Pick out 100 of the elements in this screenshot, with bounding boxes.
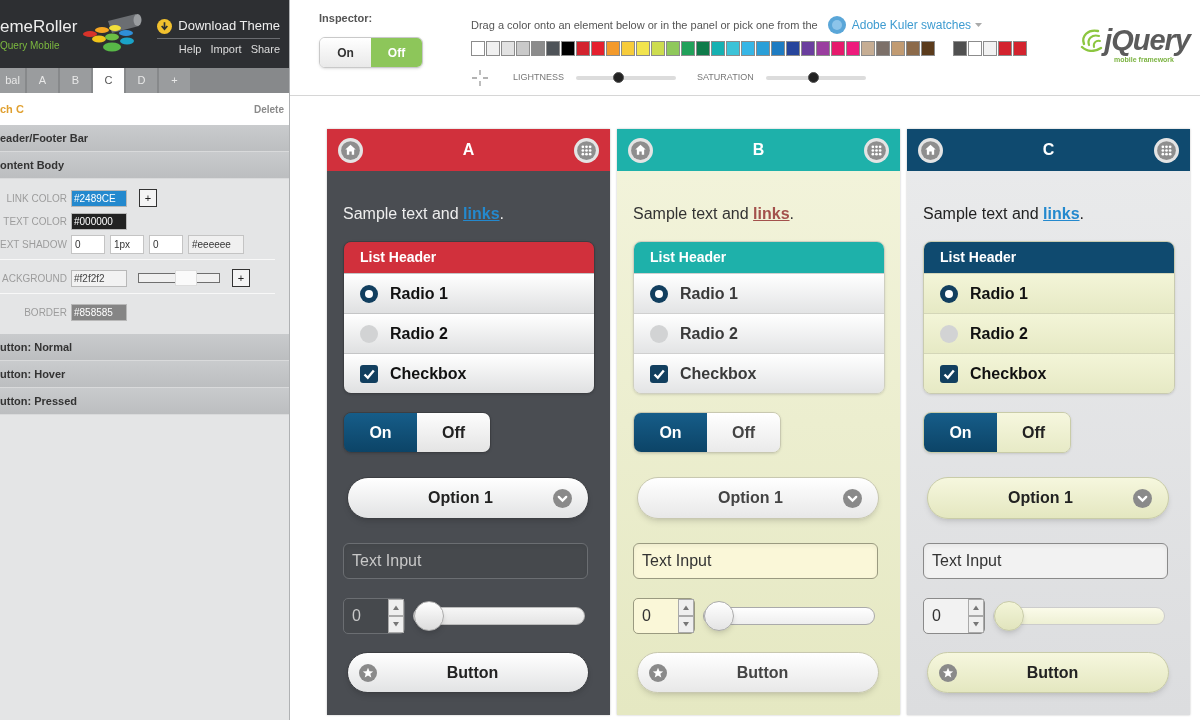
shadow-input[interactable]: 0 xyxy=(71,234,105,254)
section-header[interactable]: ontent Body xyxy=(0,152,289,179)
radio-icon[interactable] xyxy=(650,324,668,343)
swatch-icon[interactable] xyxy=(953,41,967,56)
text-input[interactable]: Text Input xyxy=(343,543,588,579)
toggle-switch[interactable]: On Off xyxy=(343,412,491,453)
swatch-icon[interactable] xyxy=(968,41,982,56)
section-header[interactable]: utton: Hover xyxy=(0,361,289,388)
slider-thumb[interactable] xyxy=(414,601,444,631)
tab[interactable]: C xyxy=(93,68,124,93)
radio-option[interactable]: Radio 1 xyxy=(344,273,594,313)
select-menu[interactable]: Option 1 xyxy=(927,477,1169,519)
swatch-icon[interactable] xyxy=(621,41,635,56)
slider-thumb[interactable] xyxy=(808,72,820,83)
swatch-icon[interactable] xyxy=(921,41,935,56)
toggle-option[interactable]: On xyxy=(634,413,707,452)
checkbox-option[interactable]: Checkbox xyxy=(634,353,884,393)
swatch-icon[interactable] xyxy=(861,41,875,56)
header-link[interactable]: Share xyxy=(250,42,280,56)
color-input[interactable]: #858585 xyxy=(71,303,127,321)
swatch-icon[interactable] xyxy=(846,41,860,56)
checkbox-option[interactable]: Checkbox xyxy=(924,353,1174,393)
color-input[interactable]: #f2f2f2 xyxy=(71,269,127,287)
header-link[interactable]: Import xyxy=(210,42,242,56)
slider-thumb[interactable] xyxy=(704,601,734,631)
swatch-icon[interactable] xyxy=(801,41,815,56)
color-input[interactable]: #000000 xyxy=(71,212,127,230)
home-icon[interactable] xyxy=(338,137,363,163)
radio-icon[interactable] xyxy=(650,284,668,303)
swatch-icon[interactable] xyxy=(816,41,830,56)
color-input[interactable]: #2489CE xyxy=(71,189,127,207)
swatch-icon[interactable] xyxy=(501,41,515,56)
checkbox-icon[interactable] xyxy=(940,364,958,383)
section-header[interactable]: utton: Pressed xyxy=(0,388,289,415)
toggle-option[interactable]: On xyxy=(924,413,997,452)
swatch-icon[interactable] xyxy=(831,41,845,56)
spinner-arrows-icon[interactable] xyxy=(388,599,404,633)
text-input[interactable]: Text Input xyxy=(923,543,1168,579)
inspector-toggle[interactable]: On Off xyxy=(319,37,423,68)
toggle-switch[interactable]: On Off xyxy=(633,412,781,453)
swatch-icon[interactable] xyxy=(516,41,530,56)
shadow-input[interactable]: 1px xyxy=(110,234,144,254)
shadow-input[interactable]: 0 xyxy=(149,234,183,254)
swatch-icon[interactable] xyxy=(531,41,545,56)
swatch-icon[interactable] xyxy=(651,41,665,56)
checkbox-icon[interactable] xyxy=(650,364,668,383)
swatch-icon[interactable] xyxy=(906,41,920,56)
swatch-icon[interactable] xyxy=(591,41,605,56)
toggle-option[interactable]: Off xyxy=(417,413,490,452)
gradient-slider-track[interactable] xyxy=(138,273,220,283)
header-link[interactable]: Help xyxy=(178,42,202,56)
home-icon[interactable] xyxy=(918,137,943,163)
grid-icon[interactable] xyxy=(1154,137,1179,163)
radio-option[interactable]: Radio 2 xyxy=(344,313,594,353)
radio-icon[interactable] xyxy=(940,284,958,303)
toggle-option[interactable]: On xyxy=(344,413,417,452)
swatch-icon[interactable] xyxy=(1013,41,1027,56)
swatch-icon[interactable] xyxy=(771,41,785,56)
checkbox-icon[interactable] xyxy=(360,364,378,383)
swatch-icon[interactable] xyxy=(726,41,740,56)
radio-option[interactable]: Radio 1 xyxy=(924,273,1174,313)
download-theme-link[interactable]: Download Theme xyxy=(157,18,280,39)
add-button[interactable]: + xyxy=(139,189,157,207)
toggle-option[interactable]: Off xyxy=(707,413,780,452)
swatch-icon[interactable] xyxy=(741,41,755,56)
swatch-icon[interactable] xyxy=(876,41,890,56)
add-button[interactable]: + xyxy=(232,269,250,287)
link[interactable]: links xyxy=(753,205,790,222)
swatch-icon[interactable] xyxy=(636,41,650,56)
swatch-icon[interactable] xyxy=(983,41,997,56)
button[interactable]: Button xyxy=(637,652,879,693)
swatch-icon[interactable] xyxy=(891,41,905,56)
swatch-icon[interactable] xyxy=(696,41,710,56)
swatch-icon[interactable] xyxy=(756,41,770,56)
swatch-icon[interactable] xyxy=(606,41,620,56)
radio-icon[interactable] xyxy=(360,324,378,343)
select-menu[interactable]: Option 1 xyxy=(637,477,879,519)
swatch-icon[interactable] xyxy=(998,41,1012,56)
radio-option[interactable]: Radio 2 xyxy=(634,313,884,353)
shadow-input[interactable]: #eeeeee xyxy=(188,234,244,254)
toggle-option[interactable]: Off xyxy=(997,413,1070,452)
swatch-icon[interactable] xyxy=(471,41,485,56)
toggle-switch[interactable]: On Off xyxy=(923,412,1071,453)
crosshair-icon[interactable] xyxy=(472,70,488,86)
radio-icon[interactable] xyxy=(940,324,958,343)
button[interactable]: Button xyxy=(927,652,1169,693)
spinner-arrows-icon[interactable] xyxy=(678,599,694,633)
button[interactable]: Button xyxy=(347,652,589,693)
section-header[interactable]: eader/Footer Bar xyxy=(0,125,289,152)
select-menu[interactable]: Option 1 xyxy=(347,477,589,519)
toggle-option[interactable]: On xyxy=(320,38,371,67)
swatch-icon[interactable] xyxy=(576,41,590,56)
checkbox-option[interactable]: Checkbox xyxy=(344,353,594,393)
radio-option[interactable]: Radio 1 xyxy=(634,273,884,313)
swatch-icon[interactable] xyxy=(681,41,695,56)
spinner-arrows-icon[interactable] xyxy=(968,599,984,633)
swatch-icon[interactable] xyxy=(666,41,680,56)
section-header[interactable]: utton: Normal xyxy=(0,334,289,361)
swatch-icon[interactable] xyxy=(786,41,800,56)
radio-option[interactable]: Radio 2 xyxy=(924,313,1174,353)
